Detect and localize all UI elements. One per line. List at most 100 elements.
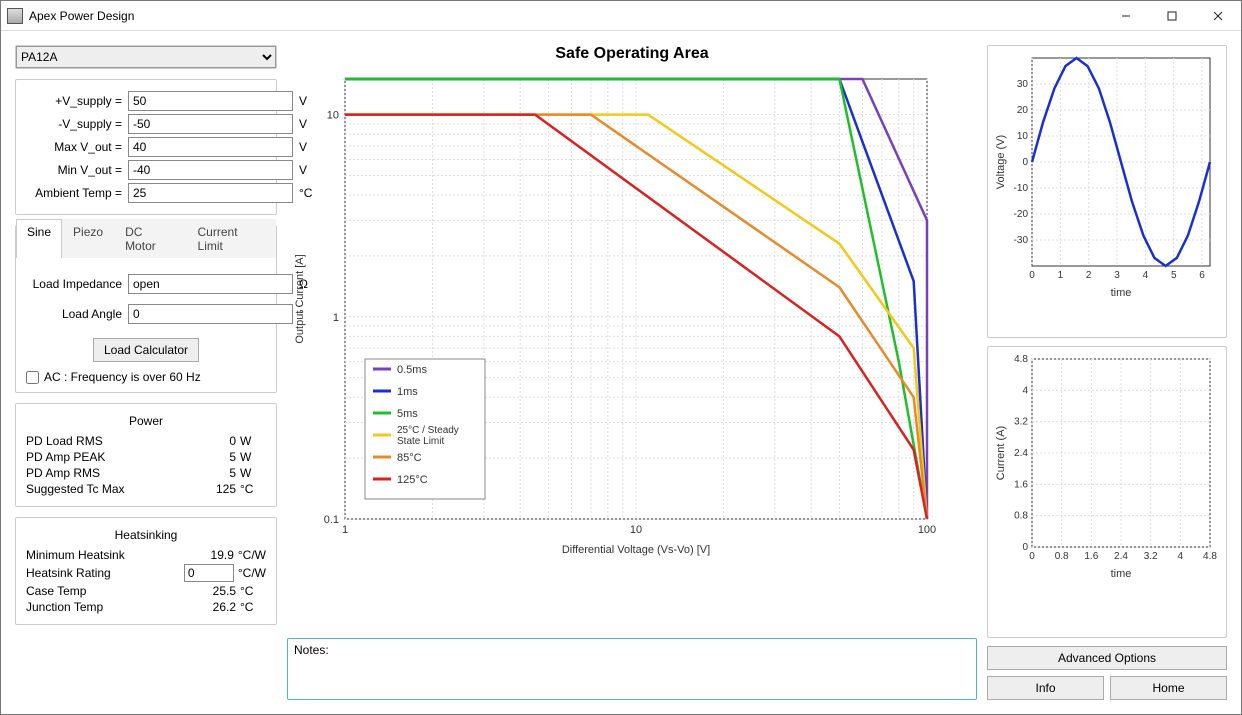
power-row-1: PD Amp PEAK 5 W <box>26 450 266 464</box>
load-calculator-button[interactable]: Load Calculator <box>93 338 199 362</box>
ac-frequency-check[interactable]: AC : Frequency is over 60 Hz <box>26 370 266 384</box>
hs-min: Minimum Heatsink 19.9 °C/W <box>26 548 266 562</box>
svg-text:1.6: 1.6 <box>1084 551 1098 562</box>
tab-piezo[interactable]: Piezo <box>62 219 114 258</box>
notes-area[interactable]: Notes: <box>287 638 977 700</box>
current-chart-svg: 00.81.62.43.244.800.81.62.43.244.8timeCu… <box>992 351 1218 581</box>
svg-text:0: 0 <box>1029 551 1035 562</box>
heatsinking-panel: Heatsinking Minimum Heatsink 19.9 °C/W H… <box>15 517 277 625</box>
svg-text:85°C: 85°C <box>397 452 422 464</box>
svg-text:10: 10 <box>630 524 642 536</box>
svg-text:4.8: 4.8 <box>1203 551 1217 562</box>
svg-text:-20: -20 <box>1014 209 1029 220</box>
svg-text:time: time <box>1111 287 1132 299</box>
label-load-angle: Load Angle <box>26 307 122 321</box>
tab-current-limit[interactable]: Current Limit <box>187 219 276 258</box>
svg-text:Output Current [A]: Output Current [A] <box>294 254 306 343</box>
label-ambient: Ambient Temp = <box>26 186 122 200</box>
app-icon <box>7 8 23 24</box>
power-title: Power <box>26 414 266 428</box>
svg-text:1: 1 <box>333 312 339 324</box>
power-row-1-value: 5 <box>196 450 236 464</box>
input-max-vout[interactable] <box>128 137 293 157</box>
current-chart: 00.81.62.43.244.800.81.62.43.244.8timeCu… <box>987 346 1227 639</box>
input-load-angle[interactable] <box>128 304 293 324</box>
svg-text:4: 4 <box>1178 551 1184 562</box>
tab-dcmotor[interactable]: DC Motor <box>114 219 186 258</box>
svg-text:0.5ms: 0.5ms <box>397 364 427 376</box>
hs-case-value: 25.5 <box>196 584 236 598</box>
hs-rating-input[interactable] <box>184 564 234 582</box>
voltage-chart: 0123456-30-20-100102030timeVoltage (V) <box>987 45 1227 338</box>
right-buttons: Advanced Options Info Home <box>987 646 1227 700</box>
svg-text:25°C / Steady: 25°C / Steady <box>397 425 459 436</box>
power-row-3-label: Suggested Tc Max <box>26 482 196 496</box>
input-min-vout[interactable] <box>128 160 293 180</box>
svg-text:State Limit: State Limit <box>397 436 444 447</box>
input-vsupply-pos[interactable] <box>128 91 293 111</box>
svg-text:0: 0 <box>1022 157 1028 168</box>
main-window: Apex Power Design PA12A +V_supply = <box>0 0 1242 715</box>
device-select[interactable]: PA12A <box>16 46 276 68</box>
hs-case-unit: °C <box>236 584 266 598</box>
input-vsupply-neg[interactable] <box>128 114 293 134</box>
svg-text:2.4: 2.4 <box>1014 448 1028 459</box>
info-button[interactable]: Info <box>987 676 1104 700</box>
svg-text:10: 10 <box>327 110 339 122</box>
maximize-button[interactable] <box>1149 1 1195 31</box>
row-vsupply-pos: +V_supply = V <box>26 91 266 111</box>
svg-text:1: 1 <box>342 524 348 536</box>
svg-text:4: 4 <box>1143 270 1149 281</box>
svg-text:0: 0 <box>1022 542 1028 553</box>
power-row-1-unit: W <box>236 450 266 464</box>
power-row-1-label: PD Amp PEAK <box>26 450 196 464</box>
row-load-impedance: Load Impedance Ω <box>26 274 266 294</box>
svg-text:0.8: 0.8 <box>1055 551 1069 562</box>
svg-text:5ms: 5ms <box>397 408 418 420</box>
right-panel: 0123456-30-20-100102030timeVoltage (V) 0… <box>987 45 1227 700</box>
label-vsupply-neg: -V_supply = <box>26 117 122 131</box>
svg-text:Differential Voltage (Vs-Vo) [: Differential Voltage (Vs-Vo) [V] <box>562 544 710 556</box>
svg-text:125°C: 125°C <box>397 474 428 486</box>
close-icon <box>1213 11 1223 21</box>
power-row-0-label: PD Load RMS <box>26 434 196 448</box>
svg-text:0.1: 0.1 <box>324 514 339 526</box>
center-panel: Safe Operating Area 1101000.1110Differen… <box>287 45 977 700</box>
minimize-button[interactable] <box>1103 1 1149 31</box>
supply-panel: +V_supply = V -V_supply = V Max V_out = … <box>15 79 277 215</box>
hs-rating-label: Heatsink Rating <box>26 566 184 580</box>
home-button[interactable]: Home <box>1110 676 1227 700</box>
soa-chart-svg: 1101000.1110Differential Voltage (Vs-Vo)… <box>287 69 947 559</box>
power-row-3: Suggested Tc Max 125 °C <box>26 482 266 496</box>
svg-text:0: 0 <box>1029 270 1035 281</box>
svg-text:Voltage (V): Voltage (V) <box>995 135 1007 189</box>
svg-text:10: 10 <box>1017 131 1029 142</box>
power-row-3-value: 125 <box>196 482 236 496</box>
soa-chart-title: Safe Operating Area <box>287 45 977 63</box>
titlebar: Apex Power Design <box>1 1 1241 31</box>
ac-frequency-checkbox[interactable] <box>26 371 39 384</box>
tab-sine[interactable]: Sine <box>16 219 62 258</box>
power-row-2: PD Amp RMS 5 W <box>26 466 266 480</box>
hs-junction-value: 26.2 <box>196 600 236 614</box>
maximize-icon <box>1167 11 1177 21</box>
advanced-options-button[interactable]: Advanced Options <box>987 646 1227 670</box>
close-button[interactable] <box>1195 1 1241 31</box>
hs-junction-unit: °C <box>236 600 266 614</box>
svg-text:100: 100 <box>918 524 936 536</box>
soa-chart: Safe Operating Area 1101000.1110Differen… <box>287 45 977 632</box>
svg-text:3.2: 3.2 <box>1144 551 1158 562</box>
power-row-2-label: PD Amp RMS <box>26 466 196 480</box>
power-row-2-value: 5 <box>196 466 236 480</box>
input-load-impedance[interactable] <box>128 274 293 294</box>
input-ambient[interactable] <box>128 183 293 203</box>
row-min-vout: Min V_out = V <box>26 160 266 180</box>
power-row-2-unit: W <box>236 466 266 480</box>
voltage-chart-svg: 0123456-30-20-100102030timeVoltage (V) <box>992 50 1218 300</box>
label-min-vout: Min V_out = <box>26 163 122 177</box>
svg-text:Current (A): Current (A) <box>995 425 1007 479</box>
device-select-panel: PA12A <box>15 45 277 69</box>
label-vsupply-pos: +V_supply = <box>26 94 122 108</box>
label-max-vout: Max V_out = <box>26 140 122 154</box>
power-row-0-unit: W <box>236 434 266 448</box>
